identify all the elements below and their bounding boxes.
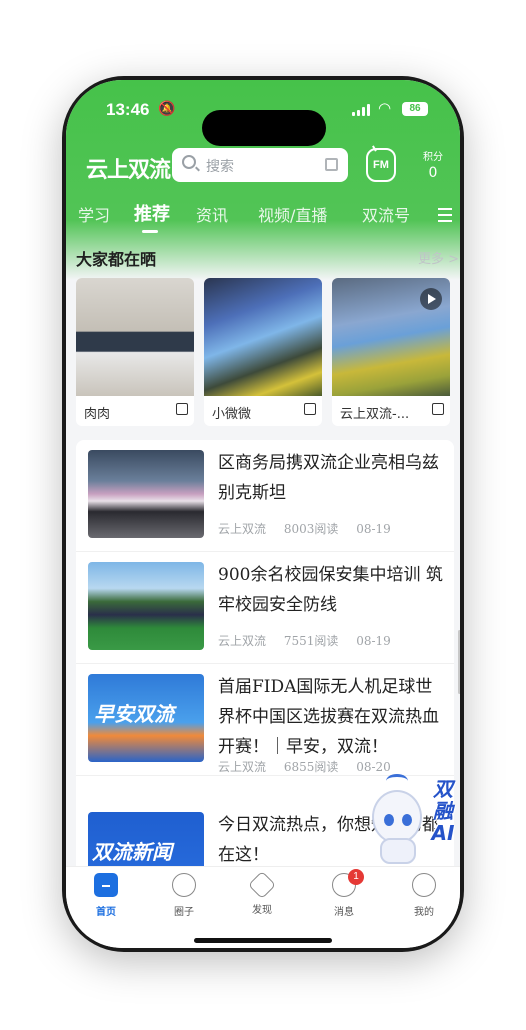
tabbar-label: 首页 bbox=[96, 907, 116, 918]
news-thumbnail: 早安双流 bbox=[88, 674, 204, 762]
channel-tabs: 学习 推荐 资讯 视频/直播 双流号 bbox=[66, 198, 460, 238]
news-reads: 6855阅读 bbox=[283, 760, 339, 774]
points-value: 0 bbox=[428, 165, 438, 181]
bottom-tab-bar: 首页 圈子 发现 1 消息 我的 bbox=[66, 866, 460, 948]
news-thumbnail bbox=[88, 562, 204, 650]
tab-shuangliu-account[interactable]: 双流号 bbox=[362, 202, 410, 226]
phone-frame: 13:46 🔕 ◠ 86 云上双流 搜索 FM 积分 0 学习 推荐 资讯 视频… bbox=[62, 76, 464, 952]
card-photo bbox=[204, 278, 322, 396]
news-date: 08-19 bbox=[356, 522, 391, 536]
card-photo bbox=[76, 278, 194, 396]
battery-indicator: 86 bbox=[402, 102, 428, 116]
news-title: 900余名校园保安集中培训 筑牢校园安全防线 bbox=[218, 565, 443, 615]
like-icon[interactable] bbox=[176, 403, 188, 415]
thumbnail-text: 早安双流 bbox=[94, 702, 174, 726]
tabbar-label: 消息 bbox=[334, 907, 354, 918]
ai-label-line1: 双融 bbox=[433, 777, 453, 823]
news-title: 首届FIDA国际无人机足球世界杯中国区选拔赛在双流热血开赛！｜早安，双流！ bbox=[218, 677, 439, 757]
fm-radio-button[interactable]: FM bbox=[366, 148, 396, 182]
news-reads: 7551阅读 bbox=[283, 634, 339, 648]
news-meta: 云上双流 7551阅读 08-19 bbox=[218, 632, 405, 649]
news-source: 云上双流 bbox=[218, 522, 267, 536]
news-source: 云上双流 bbox=[218, 634, 267, 648]
mascot-eye bbox=[402, 814, 412, 826]
like-icon[interactable] bbox=[304, 403, 316, 415]
scroll-indicator[interactable] bbox=[458, 630, 460, 694]
status-time: 13:46 bbox=[106, 100, 150, 119]
news-meta: 云上双流 8003阅读 08-19 bbox=[218, 520, 405, 537]
share-card[interactable]: 小微微 bbox=[204, 278, 322, 426]
app-logo: 云上双流 bbox=[86, 158, 171, 183]
circle-icon bbox=[172, 873, 196, 897]
app-screen: 13:46 🔕 ◠ 86 云上双流 搜索 FM 积分 0 学习 推荐 资讯 视频… bbox=[66, 80, 460, 948]
play-icon[interactable] bbox=[420, 288, 442, 310]
mascot-body bbox=[380, 838, 416, 864]
tab-news[interactable]: 资讯 bbox=[196, 202, 228, 226]
bell-muted-icon: 🔕 bbox=[158, 101, 176, 117]
news-thumbnail bbox=[88, 450, 204, 538]
status-bar: 13:46 🔕 ◠ 86 bbox=[66, 98, 460, 146]
tabbar-label: 圈子 bbox=[174, 907, 194, 918]
mascot-face bbox=[372, 790, 422, 844]
news-title: 区商务局携双流企业亮相乌兹别克斯坦 bbox=[218, 453, 439, 503]
points-display[interactable]: 积分 0 bbox=[418, 148, 448, 181]
tabbar-item-home[interactable]: 首页 bbox=[76, 873, 136, 918]
share-card[interactable]: 肉肉 bbox=[76, 278, 194, 426]
tabbar-item-circle[interactable]: 圈子 bbox=[154, 873, 214, 918]
card-caption: 小微微 bbox=[212, 407, 252, 422]
share-cards-carousel[interactable]: 肉肉 小微微 云上双流-... bbox=[76, 278, 460, 428]
signal-icon bbox=[352, 104, 372, 116]
home-indicator[interactable] bbox=[194, 938, 332, 943]
tabbar-item-message[interactable]: 1 消息 bbox=[314, 869, 374, 918]
news-source: 云上双流 bbox=[218, 760, 267, 774]
profile-icon bbox=[412, 873, 436, 897]
points-label: 积分 bbox=[423, 152, 443, 163]
search-icon bbox=[182, 155, 196, 169]
tab-active-underline bbox=[142, 230, 158, 233]
tabbar-item-profile[interactable]: 我的 bbox=[394, 873, 454, 918]
news-reads: 8003阅读 bbox=[283, 522, 339, 536]
more-link[interactable]: 更多 > bbox=[418, 248, 459, 267]
tabbar-item-discover[interactable]: 发现 bbox=[232, 870, 292, 916]
discover-icon bbox=[247, 870, 277, 900]
search-bar[interactable]: 搜索 bbox=[172, 148, 348, 182]
scan-icon[interactable] bbox=[325, 158, 338, 171]
news-item[interactable]: 早安双流 首届FIDA国际无人机足球世界杯中国区选拔赛在双流热血开赛！｜早安，双… bbox=[76, 664, 454, 776]
message-badge: 1 bbox=[348, 869, 364, 885]
home-icon bbox=[94, 873, 118, 897]
news-date: 08-19 bbox=[356, 634, 391, 648]
share-card[interactable]: 云上双流-... bbox=[332, 278, 450, 426]
ai-assistant-button[interactable]: 双融 AI bbox=[366, 770, 460, 870]
card-caption: 云上双流-... bbox=[340, 407, 410, 422]
dynamic-island bbox=[202, 110, 326, 146]
tab-video-live[interactable]: 视频/直播 bbox=[258, 202, 327, 226]
tab-recommend[interactable]: 推荐 bbox=[134, 200, 170, 226]
mascot-antenna bbox=[386, 774, 408, 788]
like-icon[interactable] bbox=[432, 403, 444, 415]
news-item[interactable]: 900余名校园保安集中培训 筑牢校园安全防线 云上双流 7551阅读 08-19 bbox=[76, 552, 454, 664]
card-caption: 肉肉 bbox=[84, 407, 111, 422]
menu-icon[interactable] bbox=[438, 208, 452, 226]
search-placeholder: 搜索 bbox=[206, 159, 234, 175]
thumbnail-text: 双流新闻 bbox=[92, 840, 172, 864]
tabbar-label: 发现 bbox=[252, 905, 272, 916]
ai-label: 双融 AI bbox=[426, 778, 460, 844]
news-item[interactable]: 区商务局携双流企业亮相乌兹别克斯坦 云上双流 8003阅读 08-19 bbox=[76, 440, 454, 552]
tabbar-label: 我的 bbox=[414, 907, 434, 918]
ai-label-line2: AI bbox=[431, 821, 455, 845]
wifi-icon: ◠ bbox=[378, 99, 392, 117]
app-header: 云上双流 搜索 FM 积分 0 bbox=[66, 144, 460, 188]
mascot-eye bbox=[384, 814, 394, 826]
section-title: 大家都在晒 bbox=[76, 250, 157, 269]
tab-study[interactable]: 学习 bbox=[78, 202, 110, 226]
